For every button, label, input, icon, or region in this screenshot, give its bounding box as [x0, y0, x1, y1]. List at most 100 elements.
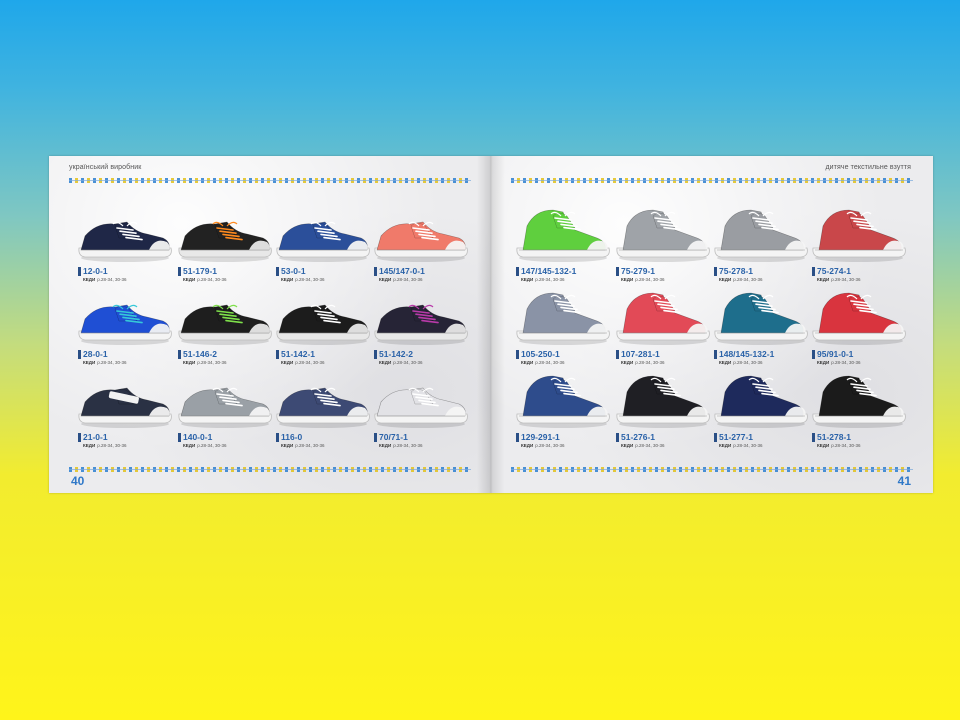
shoe-image	[276, 221, 370, 262]
product-code: 95/91-0-1	[812, 350, 853, 359]
product-item: 12-0-1 КЕДИ р.28-34, 30-36	[75, 204, 175, 290]
shoe-illustration	[513, 204, 613, 264]
product-sizes: р.28-34, 30-36	[535, 277, 565, 282]
product-type: КЕДИ	[379, 277, 392, 282]
product-type: КЕДИ	[379, 443, 392, 448]
shoe-illustration	[613, 370, 713, 430]
product-item: 70/71-1 КЕДИ р.28-34, 30-36	[371, 370, 471, 456]
shoe-image	[276, 387, 370, 428]
product-code: 51-146-2	[178, 350, 217, 359]
product-item: 148/145-132-1 КЕДИ р.28-34, 30-36	[711, 287, 811, 373]
product-type-sizes: КЕДИ р.28-34, 30-36	[83, 360, 126, 365]
product-type-sizes: КЕДИ р.28-34, 30-36	[83, 277, 126, 282]
header-left: український виробник	[69, 164, 142, 171]
product-code: 21-0-1	[78, 433, 108, 442]
product-item: 51-278-1 КЕДИ р.28-34, 30-36	[809, 370, 909, 456]
shoe-image	[374, 221, 468, 262]
shoe-illustration	[809, 370, 909, 430]
shoe-illustration	[809, 204, 909, 264]
product-item: 51-277-1 КЕДИ р.28-34, 30-36	[711, 370, 811, 456]
shoe-illustration	[175, 287, 275, 347]
product-type: КЕДИ	[817, 277, 830, 282]
product-code: 105-250-1	[516, 350, 560, 359]
product-type-sizes: КЕДИ р.28-34, 30-36	[719, 277, 762, 282]
product-type-sizes: КЕДИ р.28-34, 30-36	[621, 443, 664, 448]
product-type-sizes: КЕДИ р.28-34, 30-36	[621, 277, 664, 282]
product-sizes: р.28-34, 30-36	[733, 277, 763, 282]
product-type: КЕДИ	[379, 360, 392, 365]
shoe-image	[78, 221, 172, 262]
product-item: 51-276-1 КЕДИ р.28-34, 30-36	[613, 370, 713, 456]
shoe-illustration	[371, 370, 471, 430]
product-item: 51-142-2 КЕДИ р.28-34, 30-36	[371, 287, 471, 373]
product-item: 105-250-1 КЕДИ р.28-34, 30-36	[513, 287, 613, 373]
ornament-border-bottom	[511, 467, 913, 472]
product-code: 53-0-1	[276, 267, 306, 276]
shoe-illustration	[711, 287, 811, 347]
product-sizes: р.28-34, 30-36	[535, 360, 565, 365]
product-type-sizes: КЕДИ р.28-34, 30-36	[281, 277, 324, 282]
ornament-border-top	[511, 178, 913, 183]
shoe-image	[616, 209, 710, 262]
ornament-border-bottom	[69, 467, 471, 472]
product-sizes: р.28-34, 30-36	[535, 443, 565, 448]
shoe-image	[812, 375, 906, 428]
shoe-illustration	[711, 204, 811, 264]
product-type: КЕДИ	[817, 360, 830, 365]
product-code: 116-0	[276, 433, 302, 442]
shoe-illustration	[75, 204, 175, 264]
product-type: КЕДИ	[719, 443, 732, 448]
product-type-sizes: КЕДИ р.28-34, 30-36	[719, 443, 762, 448]
product-type: КЕДИ	[183, 443, 196, 448]
product-code: 28-0-1	[78, 350, 108, 359]
product-code: 51-278-1	[812, 433, 851, 442]
product-item: 51-146-2 КЕДИ р.28-34, 30-36	[175, 287, 275, 373]
product-item: 129-291-1 КЕДИ р.28-34, 30-36	[513, 370, 613, 456]
product-type-sizes: КЕДИ р.28-34, 30-36	[521, 443, 564, 448]
product-sizes: р.28-34, 30-36	[831, 360, 861, 365]
product-sizes: р.28-34, 30-36	[97, 360, 127, 365]
page-number-left: 40	[71, 474, 85, 488]
product-code: 140-0-1	[178, 433, 212, 442]
product-type-sizes: КЕДИ р.28-34, 30-36	[281, 443, 324, 448]
product-type-sizes: КЕДИ р.28-34, 30-36	[817, 277, 860, 282]
product-type-sizes: КЕДИ р.28-34, 30-36	[281, 360, 324, 365]
product-type: КЕДИ	[521, 360, 534, 365]
product-type: КЕДИ	[83, 360, 96, 365]
shoe-illustration	[513, 287, 613, 347]
product-sizes: р.28-34, 30-36	[393, 443, 423, 448]
product-type-sizes: КЕДИ р.28-34, 30-36	[379, 277, 422, 282]
product-sizes: р.28-34, 30-36	[197, 277, 227, 282]
product-sizes: р.28-34, 30-36	[635, 443, 665, 448]
product-type-sizes: КЕДИ р.28-34, 30-36	[379, 443, 422, 448]
shoe-image	[374, 387, 468, 428]
product-sizes: р.28-34, 30-36	[295, 360, 325, 365]
shoe-image	[374, 304, 468, 345]
product-type: КЕДИ	[719, 360, 732, 365]
product-item: 147/145-132-1 КЕДИ р.28-34, 30-36	[513, 204, 613, 290]
product-code: 51-142-2	[374, 350, 413, 359]
shoe-illustration	[711, 370, 811, 430]
shoe-image	[714, 292, 808, 345]
product-sizes: р.28-34, 30-36	[197, 360, 227, 365]
product-type: КЕДИ	[281, 443, 294, 448]
shoe-image	[178, 304, 272, 345]
product-code: 51-179-1	[178, 267, 217, 276]
product-sizes: р.28-34, 30-36	[635, 360, 665, 365]
product-type-sizes: КЕДИ р.28-34, 30-36	[719, 360, 762, 365]
product-code: 129-291-1	[516, 433, 560, 442]
page-number-right: 41	[897, 474, 911, 488]
catalog-page-left: український виробник 12-0-1 КЕДИ р.28-34, …	[49, 156, 491, 493]
product-type: КЕДИ	[183, 360, 196, 365]
product-code: 107-281-1	[616, 350, 660, 359]
product-sizes: р.28-34, 30-36	[197, 443, 227, 448]
product-type: КЕДИ	[621, 443, 634, 448]
product-code: 75-274-1	[812, 267, 851, 276]
product-code: 51-277-1	[714, 433, 753, 442]
shoe-image	[178, 387, 272, 428]
shoe-illustration	[613, 204, 713, 264]
shoe-image	[516, 292, 610, 345]
product-type-sizes: КЕДИ р.28-34, 30-36	[817, 360, 860, 365]
shoe-image	[78, 387, 172, 428]
product-sizes: р.28-34, 30-36	[831, 443, 861, 448]
